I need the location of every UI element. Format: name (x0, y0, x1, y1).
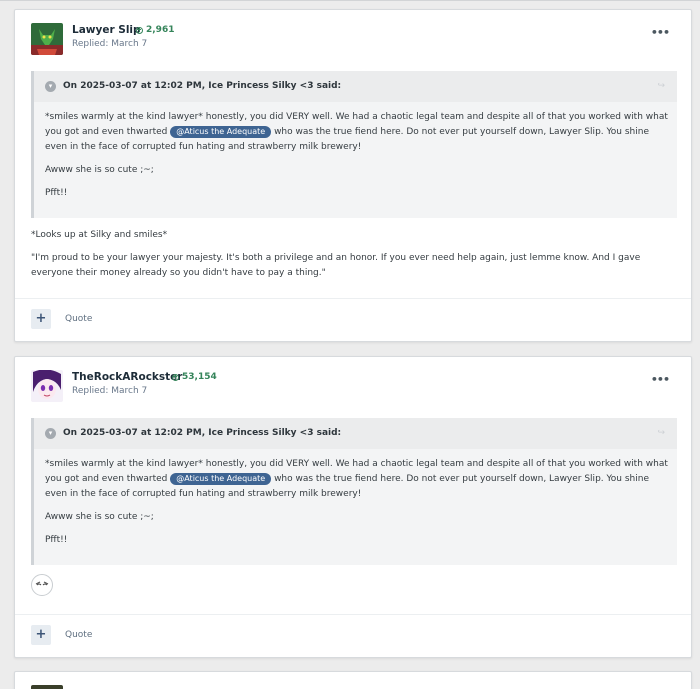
topic-page: Lawyer Slip 2,961 Replied: March 7 ••• ▾… (0, 0, 700, 689)
reply-date: Replied: March 7 (72, 386, 148, 396)
quote-paragraph: Pfft!! (45, 535, 68, 545)
plus-circle-icon (136, 26, 143, 34)
post-card: Lawyer Slip 2,961 Replied: March 7 ••• ▾… (14, 9, 692, 342)
share-arrow-icon[interactable]: ↪ (657, 428, 665, 438)
quote-paragraph: Pfft!! (45, 188, 68, 198)
quote-citation: On 2025-03-07 at 12:02 PM, Ice Princess … (63, 81, 342, 91)
post-menu-icon[interactable]: ••• (651, 373, 670, 386)
quote-paragraph: *smiles warmly at the kind lawyer* hones… (45, 457, 670, 502)
quote-body: *smiles warmly at the kind lawyer* hones… (45, 457, 670, 556)
author-name[interactable]: Lawyer Slip (72, 24, 141, 36)
post-footer: + Quote (15, 298, 691, 341)
multiquote-plus-button[interactable]: + (31, 625, 51, 645)
reply-date: Replied: March 7 (72, 39, 148, 49)
plus-circle-icon (172, 373, 179, 381)
author-name[interactable]: TheRockARockster (72, 371, 182, 383)
post-footer: + Quote (15, 614, 691, 657)
avatar[interactable] (31, 370, 63, 402)
quote-paragraph: *smiles warmly at the kind lawyer* hones… (45, 110, 670, 155)
reputation-value: 2,961 (146, 25, 175, 35)
chevron-down-icon[interactable]: ▾ (45, 428, 56, 439)
reputation-badge: 2,961 (136, 25, 174, 35)
quote-paragraph: Awww she is so cute ;~; (45, 165, 154, 175)
user-mention[interactable]: @Aticus the Adequate (170, 126, 272, 138)
post-paragraph: "I'm proud to be your lawyer your majest… (31, 253, 641, 278)
quote-header: ▾ On 2025-03-07 at 12:02 PM, Ice Princes… (34, 71, 677, 102)
quote-citation: On 2025-03-07 at 12:02 PM, Ice Princess … (63, 428, 342, 438)
quote-header: ▾ On 2025-03-07 at 12:02 PM, Ice Princes… (34, 418, 677, 449)
avatar[interactable] (31, 23, 63, 55)
divider (0, 0, 700, 1)
share-arrow-icon[interactable]: ↪ (657, 81, 665, 91)
quote-button[interactable]: Quote (65, 314, 92, 324)
reaction-face-icon[interactable] (31, 574, 53, 596)
user-mention[interactable]: @Aticus the Adequate (170, 473, 272, 485)
quote-paragraph: Awww she is so cute ;~; (45, 512, 154, 522)
avatar[interactable] (31, 685, 63, 689)
post-card: TheRockARockster 53,154 Replied: March 7… (14, 356, 692, 658)
reputation-badge: 53,154 (172, 372, 217, 382)
post-card (14, 671, 692, 689)
quote-body: *smiles warmly at the kind lawyer* hones… (45, 110, 670, 209)
chevron-down-icon[interactable]: ▾ (45, 81, 56, 92)
multiquote-plus-button[interactable]: + (31, 309, 51, 329)
quote-block: ▾ On 2025-03-07 at 12:02 PM, Ice Princes… (31, 71, 677, 218)
quote-button[interactable]: Quote (65, 630, 92, 640)
post-paragraph: *Looks up at Silky and smiles* (31, 230, 168, 240)
reputation-value: 53,154 (182, 372, 217, 382)
post-content: *Looks up at Silky and smiles* "I'm prou… (31, 228, 671, 289)
quote-block: ▾ On 2025-03-07 at 12:02 PM, Ice Princes… (31, 418, 677, 565)
post-menu-icon[interactable]: ••• (651, 26, 670, 39)
